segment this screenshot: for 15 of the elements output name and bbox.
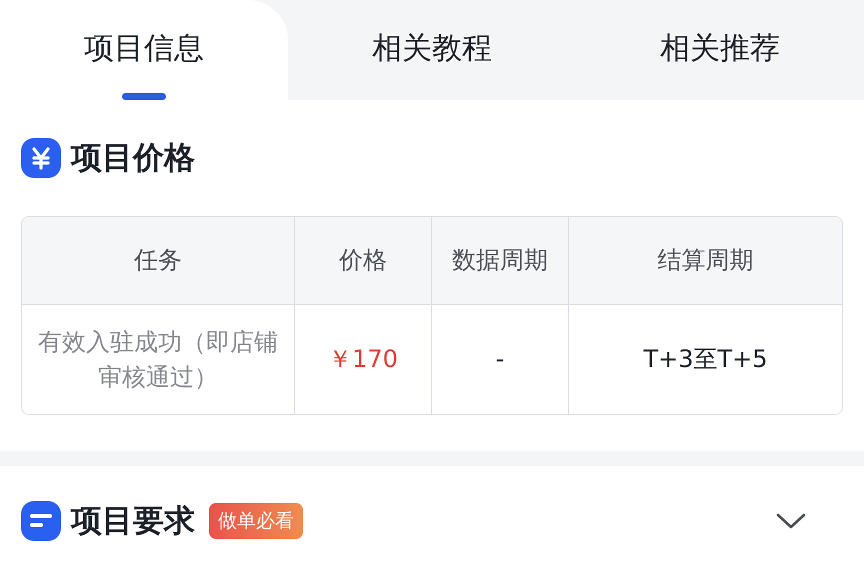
- tab[interactable]: 相关教程: [288, 0, 576, 100]
- column-header: 数据周期: [432, 217, 569, 305]
- must-read-badge: 做单必看: [209, 503, 303, 539]
- tab[interactable]: 相关推荐: [576, 0, 864, 100]
- column-header: 结算周期: [569, 217, 842, 305]
- section-title: 项目要求: [71, 502, 195, 541]
- yen-icon: [21, 138, 61, 178]
- chevron-icon[interactable]: [775, 511, 807, 531]
- tab[interactable]: 项目信息: [0, 0, 288, 100]
- column-header: 价格: [295, 217, 432, 305]
- column-header: 任务: [22, 217, 295, 305]
- section-title: 项目价格: [71, 139, 195, 178]
- active-tab-indicator: [122, 93, 166, 100]
- table-cell: 有效入驻成功（即店铺审核通过）: [22, 305, 295, 414]
- list-icon: [21, 501, 61, 541]
